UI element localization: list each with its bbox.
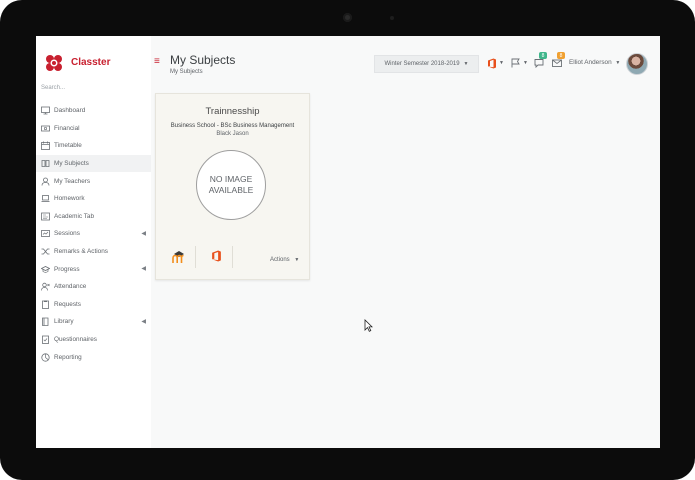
avatar[interactable]	[626, 53, 648, 75]
graduation-icon	[41, 265, 50, 274]
shuffle-icon	[41, 247, 50, 256]
sidebar-item-label: Sessions	[54, 230, 80, 238]
caret-down-icon: ▼	[499, 60, 504, 66]
classter-logo-icon[interactable]	[44, 53, 64, 73]
caret-down-icon: ▼	[463, 61, 469, 67]
sidebar-item-label: Requests	[54, 300, 81, 308]
chat-icon	[534, 59, 544, 68]
hamburger-menu-icon[interactable]: ≡	[154, 57, 160, 67]
moodle-icon[interactable]	[171, 250, 187, 264]
divider	[232, 246, 233, 268]
tablet-frame: Classter Search... Dashboard Financial T…	[0, 0, 695, 480]
page-title: My Subjects	[170, 53, 236, 67]
notifications-badge: 8	[557, 52, 565, 59]
sidebar-item-label: Dashboard	[54, 107, 86, 115]
sidebar-item-library[interactable]: Library ◀	[36, 313, 151, 331]
sidebar-item-label: Financial	[54, 124, 80, 132]
sidebar-item-label: Questionnaires	[54, 336, 97, 344]
divider	[195, 246, 196, 268]
sidebar-item-label: My Subjects	[54, 160, 89, 168]
actions-dropdown[interactable]: Actions ▼	[270, 257, 299, 263]
flag-icon	[511, 58, 520, 68]
flag-menu-button[interactable]: ▼	[511, 57, 528, 69]
user-icon	[41, 177, 50, 186]
sidebar-item-sessions[interactable]: Sessions ◀	[36, 225, 151, 243]
subject-title[interactable]: Trainnesship	[156, 106, 309, 117]
laptop-icon	[41, 194, 50, 203]
sensor-icon	[390, 16, 394, 20]
sidebar-item-progress[interactable]: Progress ◀	[36, 260, 151, 278]
notifications-button[interactable]: 8	[552, 52, 565, 69]
camera-icon	[343, 13, 352, 22]
chevron-left-icon[interactable]: ◀	[141, 318, 146, 325]
sidebar-item-attendance[interactable]: Attendance	[36, 278, 151, 296]
sidebar-item-label: Timetable	[54, 142, 82, 150]
calendar-icon	[41, 141, 50, 151]
sidebar-nav: Dashboard Financial Timetable My Subject…	[36, 102, 151, 366]
money-icon	[41, 124, 50, 133]
sidebar-item-label: Homework	[54, 195, 85, 203]
messages-badge: 8	[539, 52, 547, 59]
sidebar-item-financial[interactable]: Financial	[36, 120, 151, 138]
sidebar-item-questionnaires[interactable]: Questionnaires	[36, 331, 151, 349]
sidebar-item-reporting[interactable]: Reporting	[36, 348, 151, 366]
sidebar: Classter Search... Dashboard Financial T…	[36, 36, 151, 448]
search-input[interactable]: Search...	[41, 85, 65, 91]
sessions-icon	[41, 229, 50, 238]
sidebar-item-my-subjects[interactable]: My Subjects	[36, 154, 151, 173]
breadcrumb[interactable]: My Subjects	[170, 69, 203, 75]
caret-down-icon: ▼	[615, 60, 621, 66]
messages-button[interactable]: 8	[534, 52, 547, 69]
clipboard-icon	[41, 300, 50, 309]
chevron-left-icon[interactable]: ◀	[141, 265, 146, 272]
sidebar-item-label: Attendance	[54, 283, 87, 291]
no-image-text: AVAILABLE	[208, 185, 254, 195]
user-x-icon	[41, 282, 50, 291]
sidebar-item-academic-tab[interactable]: Academic Tab	[36, 208, 151, 226]
caret-down-icon: ▼	[294, 257, 300, 263]
sidebar-item-dashboard[interactable]: Dashboard	[36, 102, 151, 120]
brand-name: Classter	[71, 57, 111, 68]
checklist-icon	[41, 335, 50, 344]
chart-icon	[41, 353, 50, 362]
chevron-left-icon[interactable]: ◀	[141, 230, 146, 237]
sidebar-item-requests[interactable]: Requests	[36, 296, 151, 314]
no-image-placeholder: NO IMAGE AVAILABLE	[196, 150, 266, 220]
semester-dropdown[interactable]: Winter Semester 2018-2019 ▼	[374, 55, 479, 73]
sidebar-item-remarks-actions[interactable]: Remarks & Actions	[36, 243, 151, 261]
sidebar-item-label: Library	[54, 318, 74, 326]
grades-icon	[41, 212, 50, 221]
subject-program: Business School - BSc Business Managemen…	[170, 123, 295, 129]
caret-down-icon: ▼	[523, 60, 528, 66]
subject-card[interactable]: Trainnesship Business School - BSc Busin…	[155, 93, 310, 280]
sidebar-item-label: Reporting	[54, 353, 82, 361]
sidebar-item-homework[interactable]: Homework	[36, 190, 151, 208]
office-icon	[488, 58, 496, 68]
card-footer: Actions ▼	[156, 242, 309, 272]
office-icon[interactable]	[211, 250, 222, 262]
user-menu[interactable]: Elliot Anderson ▼	[569, 59, 620, 66]
app-screen: Classter Search... Dashboard Financial T…	[36, 36, 660, 448]
sidebar-item-label: My Teachers	[54, 177, 91, 185]
sidebar-item-label: Progress	[54, 265, 80, 273]
book-icon	[41, 159, 50, 168]
library-icon	[41, 317, 50, 327]
sidebar-item-timetable[interactable]: Timetable	[36, 137, 151, 155]
actions-label: Actions	[270, 257, 290, 263]
semester-dropdown-label: Winter Semester 2018-2019	[384, 61, 460, 67]
no-image-text: NO IMAGE	[209, 173, 253, 184]
sidebar-item-label: Remarks & Actions	[54, 248, 108, 256]
subject-teacher: Black Jason	[216, 131, 249, 137]
monitor-icon	[41, 106, 50, 115]
sidebar-item-label: Academic Tab	[54, 212, 95, 220]
envelope-icon	[552, 59, 562, 67]
user-name: Elliot Anderson	[569, 59, 612, 66]
mouse-cursor-icon	[364, 319, 373, 332]
office-menu-button[interactable]: ▼	[487, 57, 504, 69]
sidebar-item-my-teachers[interactable]: My Teachers	[36, 172, 151, 190]
